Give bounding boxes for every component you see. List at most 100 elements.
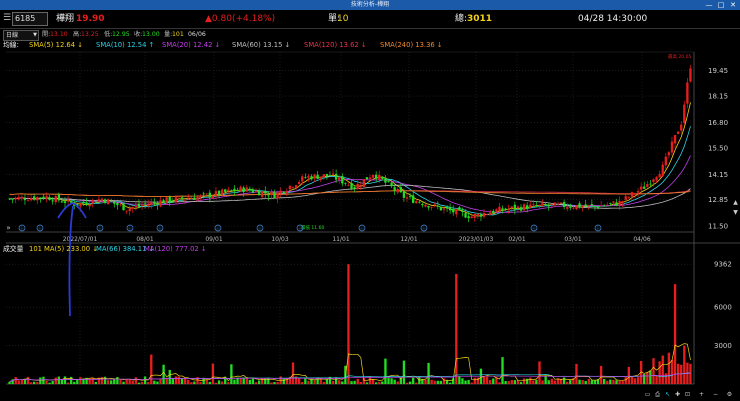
volume-bar [408,381,412,384]
expand-left-icon[interactable]: » [4,224,13,233]
candlestick [649,179,652,187]
volume-bar [513,380,517,384]
crosshair-icon[interactable]: ✚ [674,391,681,398]
candlestick [97,195,101,202]
volume-label: 成交量 [3,245,24,253]
event-marker-icon[interactable] [358,224,366,232]
event-marker-icon[interactable] [18,224,26,232]
candlestick [532,200,535,207]
candlestick [85,197,88,207]
event-marker-icon[interactable] [256,224,264,232]
volume-bar [29,382,33,384]
event-marker-icon[interactable] [36,224,44,232]
candlestick [689,64,692,83]
y-tick-label: 14.15 [708,171,728,179]
volume-bar [510,380,513,384]
volume-bar [307,380,310,384]
volume-bar [202,377,205,384]
volume-bar [519,381,523,384]
candlestick [418,200,421,204]
maximize-icon[interactable]: □ [716,0,726,10]
minimize-icon[interactable]: — [704,0,714,10]
candlestick [242,185,245,197]
candlestick [529,201,532,209]
zoom-minus-icon[interactable]: − [712,391,719,398]
volume-bar [97,377,101,384]
candlestick [587,204,590,211]
candlestick [199,194,202,200]
volume-bar [267,377,270,384]
candlestick [116,201,119,210]
event-marker-icon[interactable] [96,224,104,232]
event-marker-icon[interactable] [214,224,222,232]
stock-code-input[interactable] [12,12,48,26]
candlestick [507,204,510,214]
candlestick [17,194,20,201]
volume-bar [66,382,70,384]
settings-icon[interactable]: ⚙ [726,391,733,398]
scroll-up-icon[interactable]: ▲ [732,198,739,207]
volume-bar [338,380,341,384]
event-marker-icon[interactable] [126,224,134,232]
window-title: 技術分析-樺翔 [350,1,390,8]
volume-bar [599,365,603,384]
candlestick [193,193,196,201]
candlestick [673,134,677,148]
event-marker-icon[interactable] [530,224,538,232]
event-marker-icon[interactable] [156,224,164,232]
candlestick [288,185,292,191]
candlestick [442,207,446,214]
volume-bar [106,380,110,384]
candlestick [236,187,239,191]
event-marker-label: ⓔ [596,225,600,231]
volume-bar [627,366,631,384]
volume-bar [676,363,680,384]
volume-bar [643,374,646,384]
cursor-icon[interactable]: ↖ [664,391,671,398]
zoom-out-icon[interactable]: ▭ [644,391,651,398]
volume-bar [147,382,150,384]
menu-icon[interactable]: ☰ [3,13,11,24]
volume-bar [596,379,600,384]
total-vol-value: 3011 [467,14,493,24]
scroll-down-icon[interactable]: ▼ [732,208,739,217]
volume-bar [587,379,590,384]
candlestick [636,188,640,198]
candlestick [76,203,79,208]
y-tick-label: 12.85 [708,196,728,204]
candlestick [26,195,30,202]
volume-bar [264,378,267,384]
volume-bar [116,377,119,384]
vol-y-tick-label: 3000 [714,342,732,350]
volume-bar [350,381,353,384]
candlestick [408,193,412,200]
volume-bar [193,381,196,384]
candlestick [538,204,541,210]
volume-bar [17,380,20,384]
candlestick [8,197,11,200]
zoom-in-icon[interactable]: + [698,391,705,398]
ruler-icon[interactable]: ⊡ [684,391,691,398]
event-marker-icon[interactable] [420,224,428,232]
candlestick [23,194,27,205]
volume-bar [239,377,242,384]
candlestick [42,194,45,200]
event-marker-label: ⓔ [216,225,220,231]
event-marker-icon[interactable] [296,224,304,232]
volume-bar [217,380,221,384]
price-chart[interactable]: 19.45 18.15 16.80 15.50 14.15 12.85 11.50 9362 6… [0,0,740,401]
volume-bar [205,379,208,384]
candlestick [254,188,258,193]
volume-bar [242,377,245,384]
window-titlebar: 技術分析-樺翔 — □ ✕ [0,0,740,10]
candlestick [319,176,322,183]
candlestick [479,212,483,222]
print-icon[interactable]: ⎙ [654,391,661,398]
volume-bar [42,376,45,384]
volume-bar [522,378,526,384]
volume-bar [371,379,375,384]
close-icon[interactable]: ✕ [728,0,738,10]
candlestick [285,188,289,197]
volume-bar [498,382,501,384]
event-marker-icon[interactable] [594,224,602,232]
